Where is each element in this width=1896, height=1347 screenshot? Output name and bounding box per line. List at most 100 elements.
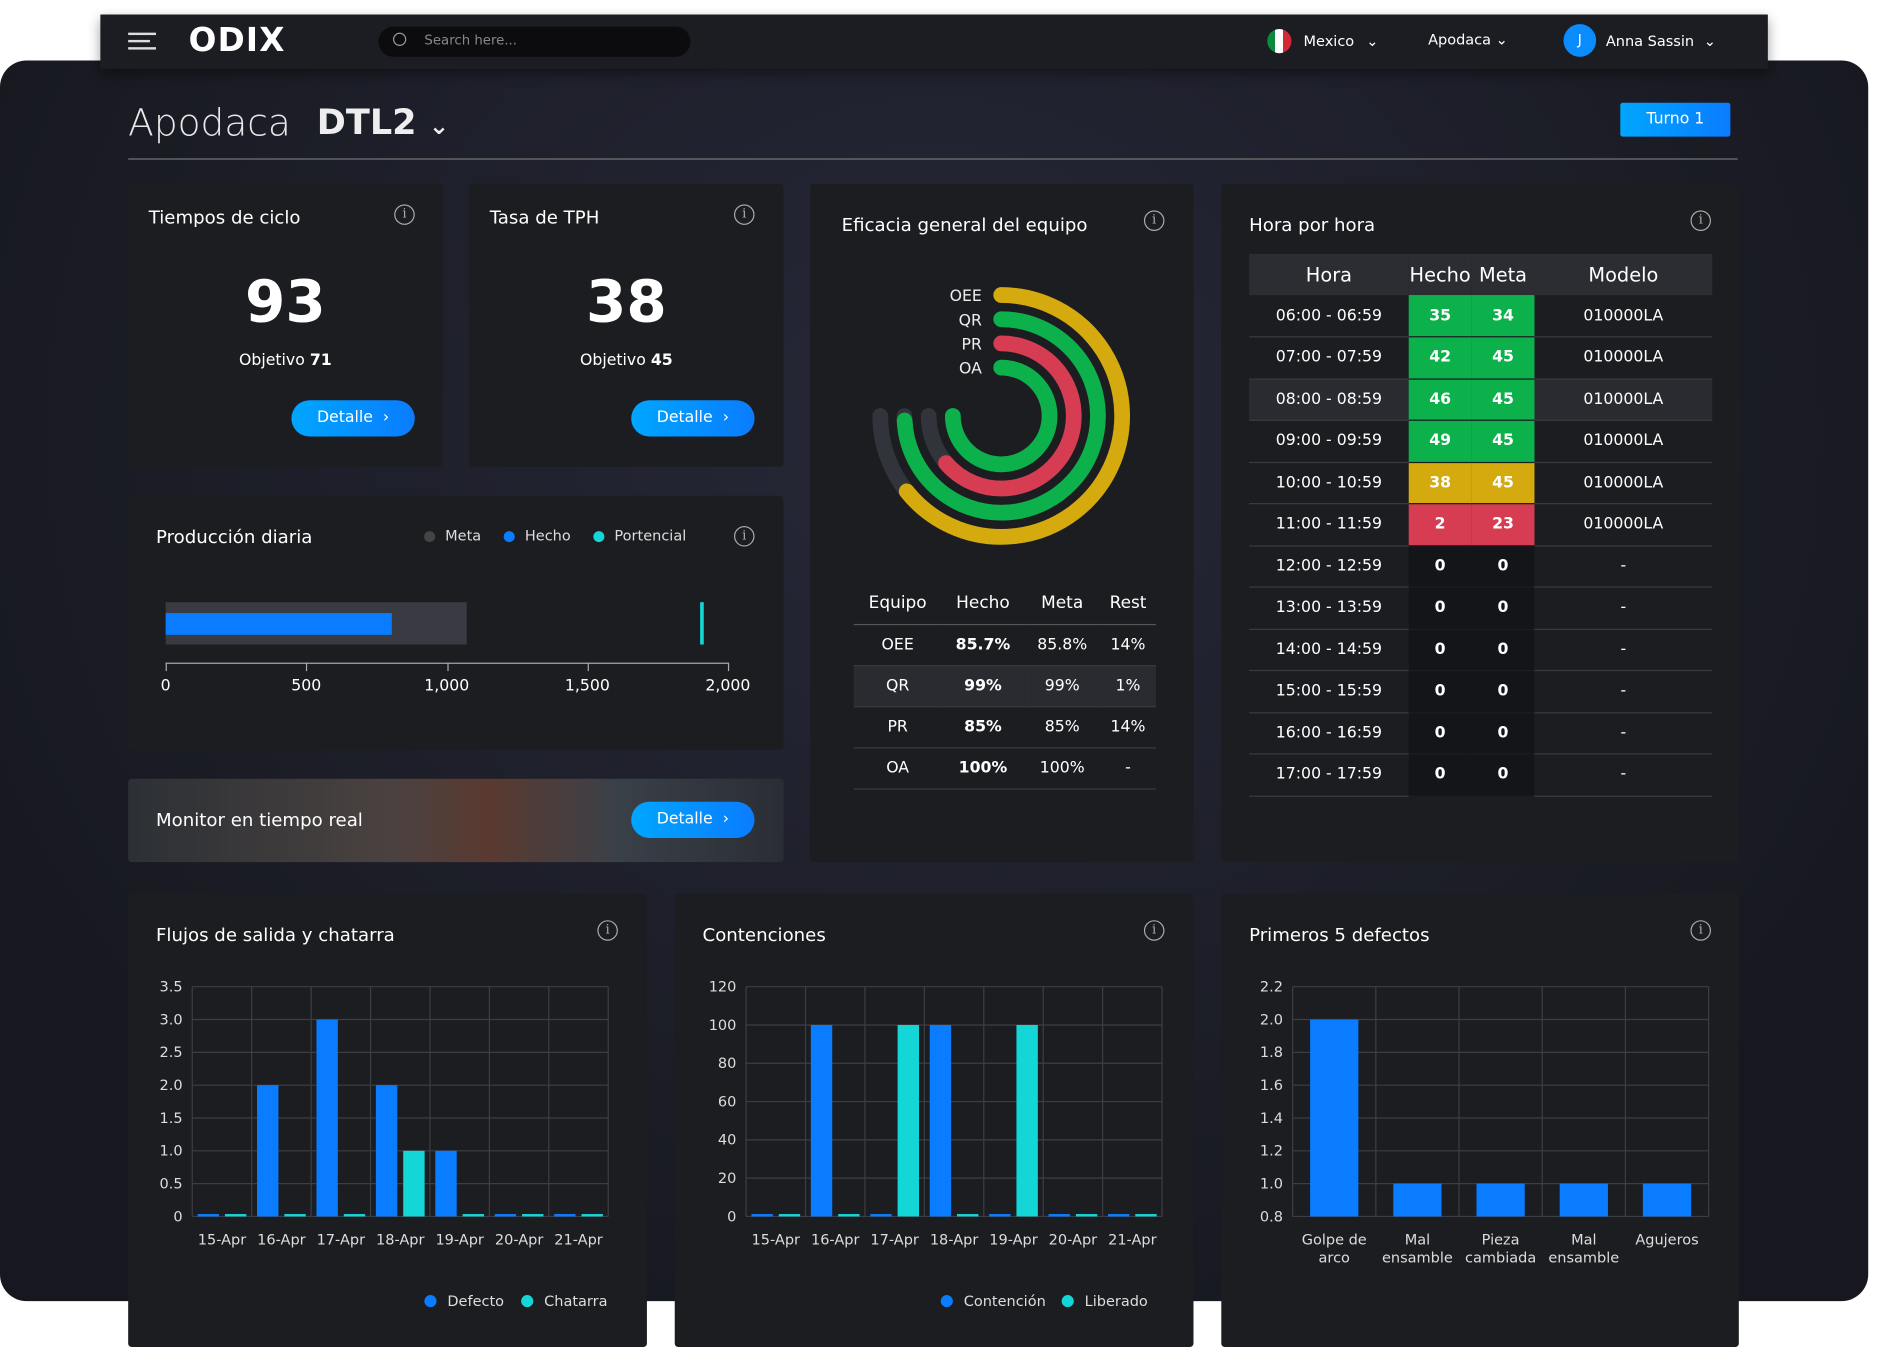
site-selector[interactable]: Apodaca ⌄ bbox=[1428, 31, 1508, 48]
cell-modelo: - bbox=[1534, 587, 1713, 630]
bar-defectos[interactable] bbox=[1310, 1019, 1359, 1217]
user-menu[interactable]: J Anna Sassin ⌄ bbox=[1563, 24, 1716, 57]
y-tick-label: 80 bbox=[718, 1056, 736, 1072]
info-icon[interactable]: i bbox=[1690, 920, 1712, 941]
cell-hecho: 0 bbox=[1408, 628, 1472, 672]
containments-chart: 0 20 40 60 80 100 120 15-Apr 16-Apr 17-Apr 18-Apr 1… bbox=[709, 980, 1163, 1310]
table-row: 08:00 - 08:59 46 45 010000LA bbox=[1249, 378, 1713, 421]
legend-meta: ● Meta bbox=[423, 527, 482, 545]
bar-defecto[interactable] bbox=[197, 1214, 220, 1217]
bar-defecto[interactable] bbox=[316, 1019, 338, 1217]
axis-tick bbox=[165, 662, 167, 672]
bar-liberado[interactable] bbox=[897, 1024, 919, 1217]
bar-chatarra[interactable] bbox=[224, 1214, 247, 1217]
bar-contención[interactable] bbox=[810, 1024, 833, 1217]
bar-liberado[interactable] bbox=[957, 1214, 979, 1217]
bar-liberado[interactable] bbox=[778, 1214, 801, 1217]
country-label: Mexico bbox=[1303, 32, 1355, 50]
y-tick-label: 1.5 bbox=[160, 1111, 183, 1127]
bar-liberado[interactable] bbox=[838, 1214, 860, 1217]
bar-chatarra[interactable] bbox=[403, 1150, 425, 1217]
cell-meta: 45 bbox=[1471, 336, 1535, 380]
bar-defecto[interactable] bbox=[554, 1214, 576, 1217]
bar-liberado[interactable] bbox=[1075, 1214, 1098, 1217]
bar-contención[interactable] bbox=[751, 1214, 773, 1217]
chevron-down-icon: ⌄ bbox=[428, 111, 450, 141]
y-tick-label: 20 bbox=[718, 1171, 736, 1187]
containments-card: Contenciones i 0 20 40 60 80 100 120 15-Apr 16-A… bbox=[674, 893, 1194, 1347]
info-icon[interactable]: i bbox=[733, 204, 755, 225]
table-cell: PR bbox=[853, 706, 942, 748]
bar-contención[interactable] bbox=[929, 1024, 952, 1217]
info-icon[interactable]: i bbox=[1143, 920, 1165, 941]
x-tick-label: Agujeros bbox=[1635, 1232, 1698, 1248]
info-icon[interactable]: i bbox=[733, 526, 755, 547]
y-tick-label: 3.0 bbox=[160, 1012, 183, 1028]
bar-defectos[interactable] bbox=[1476, 1183, 1525, 1217]
user-name: Anna Sassin bbox=[1605, 32, 1695, 49]
oee-radial-gauge: OEE QR PR OA bbox=[872, 286, 1130, 545]
table-row: 10:00 - 10:59 38 45 010000LA bbox=[1249, 461, 1713, 505]
bar-defecto[interactable] bbox=[375, 1085, 398, 1217]
cell-hora: 15:00 - 15:59 bbox=[1249, 670, 1409, 713]
y-tick-label: 40 bbox=[718, 1133, 736, 1149]
search-icon bbox=[392, 32, 407, 46]
monitor-detail-button[interactable]: Detalle › bbox=[631, 801, 755, 838]
shift-button[interactable]: Turno 1 bbox=[1620, 102, 1731, 137]
column-header: Modelo bbox=[1534, 253, 1713, 296]
bar-defecto[interactable] bbox=[257, 1085, 279, 1217]
bar-defecto[interactable] bbox=[435, 1150, 457, 1217]
bar-contención[interactable] bbox=[1107, 1214, 1130, 1217]
bar-liberado[interactable] bbox=[1135, 1214, 1157, 1217]
app-root: ODIX Search here... Mexico ⌄ Apodaca ⌄ J … bbox=[0, 0, 1896, 1347]
bar-contención[interactable] bbox=[1048, 1214, 1070, 1217]
bar-chatarra[interactable] bbox=[581, 1214, 603, 1217]
table-cell: 85.8% bbox=[1024, 623, 1101, 666]
bar-defectos[interactable] bbox=[1642, 1183, 1692, 1217]
tph-objective: Objetivo 45 bbox=[469, 352, 783, 370]
table-row: 15:00 - 15:59 0 0- bbox=[1249, 670, 1713, 713]
bar-chatarra[interactable] bbox=[343, 1214, 366, 1217]
cell-hora: 10:00 - 10:59 bbox=[1249, 461, 1409, 505]
output-scrap-chart: 0 0.5 1.0 1.5 2.0 2.5 3.0 3.5 15-Apr 16-Apr 17-Apr… bbox=[160, 980, 609, 1310]
tph-detail-button[interactable]: Detalle › bbox=[631, 400, 755, 437]
y-tick-label: 2.0 bbox=[160, 1078, 183, 1094]
line-selector[interactable]: DTL2 ⌄ bbox=[317, 102, 449, 143]
bar-chatarra[interactable] bbox=[284, 1214, 306, 1217]
top-defects-card: Primeros 5 defectos i 0.8 1.0 1.2 1.4 1.6 1.8… bbox=[1221, 893, 1739, 1347]
bar-defectos[interactable] bbox=[1393, 1183, 1442, 1217]
cell-modelo: 010000LA bbox=[1534, 295, 1713, 338]
legend-potencial: ● Portencial bbox=[592, 527, 687, 545]
table-cell: 99% bbox=[941, 665, 1025, 707]
odix-logo[interactable]: ODIX bbox=[189, 22, 286, 59]
axis-tick bbox=[727, 662, 730, 672]
x-tick-label: 16-Apr bbox=[811, 1232, 859, 1248]
info-icon[interactable]: i bbox=[394, 204, 415, 225]
bar-defecto[interactable] bbox=[494, 1214, 517, 1217]
info-icon[interactable]: i bbox=[1143, 210, 1165, 231]
x-tick-label: 15-Apr bbox=[752, 1232, 800, 1248]
objective-label: Objetivo bbox=[580, 351, 646, 371]
card-title: Monitor en tiempo real bbox=[155, 808, 363, 831]
bar-chatarra[interactable] bbox=[462, 1214, 485, 1217]
cell-hora: 09:00 - 09:59 bbox=[1249, 420, 1409, 463]
country-selector[interactable]: Mexico ⌄ bbox=[1267, 29, 1378, 54]
bar-defectos[interactable] bbox=[1559, 1183, 1608, 1217]
table-cell: 1% bbox=[1100, 665, 1156, 707]
bar-contención[interactable] bbox=[870, 1214, 892, 1217]
y-tick-label: 60 bbox=[718, 1094, 736, 1110]
cycle-detail-button[interactable]: Detalle › bbox=[291, 400, 415, 437]
cycle-time-card: Tiempos de ciclo i 93 Objetivo 71 Detall… bbox=[128, 183, 443, 467]
hamburger-menu-icon[interactable] bbox=[128, 32, 156, 50]
bar-contención[interactable] bbox=[989, 1214, 1011, 1217]
chevron-down-icon: ⌄ bbox=[1703, 32, 1716, 49]
bar-chatarra[interactable] bbox=[522, 1214, 544, 1217]
y-tick-label: 0 bbox=[173, 1209, 182, 1225]
info-icon[interactable]: i bbox=[1690, 210, 1712, 231]
search-input[interactable]: Search here... bbox=[378, 26, 691, 57]
x-tick-label: Mal ensamble bbox=[1382, 1232, 1453, 1266]
cell-hecho: 38 bbox=[1408, 461, 1472, 505]
bar-liberado[interactable] bbox=[1016, 1024, 1038, 1217]
info-icon[interactable]: i bbox=[597, 920, 618, 941]
cell-hora: 13:00 - 13:59 bbox=[1249, 587, 1409, 630]
